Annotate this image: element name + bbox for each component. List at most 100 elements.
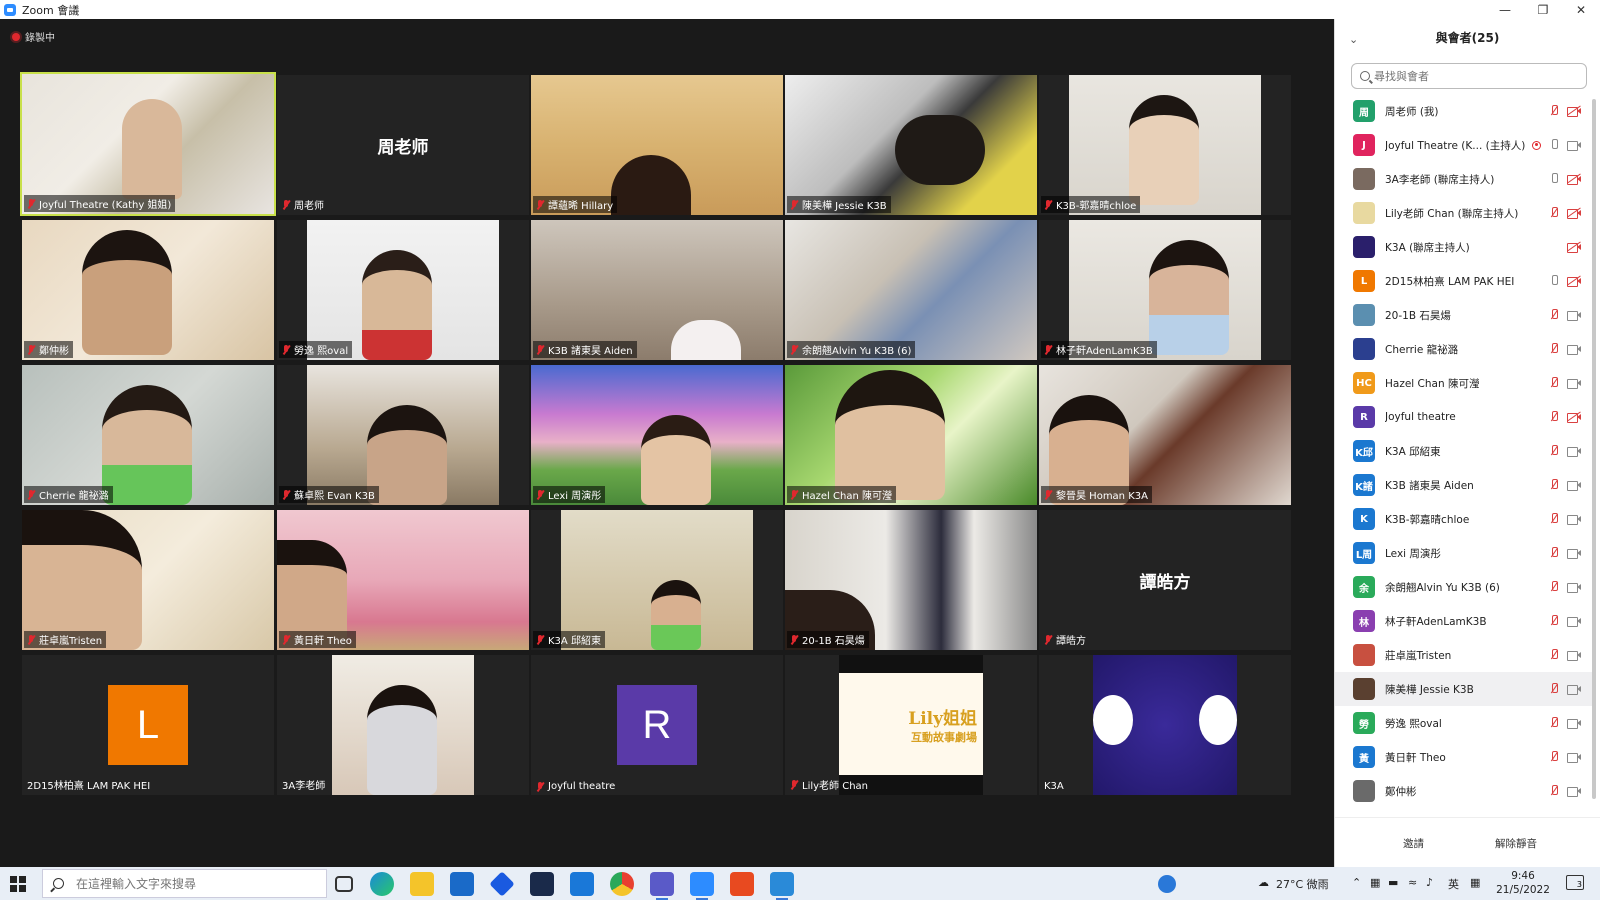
video-tile[interactable]: 黃日軒 Theo [277,510,529,650]
video-tile[interactable]: 余朗翹Alvin Yu K3B (6) [785,220,1037,360]
mic-muted-icon[interactable] [1549,717,1559,729]
video-tile[interactable]: 譚皓方 譚皓方 [1039,510,1291,650]
ime-icon[interactable]: ▦ [1470,876,1480,889]
camera-icon[interactable] [1567,140,1581,151]
weather-text[interactable]: 27°C 微雨 [1276,876,1329,892]
video-tile[interactable]: K3A 邱紹東 [531,510,783,650]
camera-icon[interactable] [1567,310,1581,321]
camera-off-icon[interactable] [1567,105,1581,117]
video-tile[interactable]: K3B-郭嘉晴chloe [1039,75,1291,215]
video-tile[interactable]: Hazel Chan 陳可瀅 [785,365,1037,505]
mic-icon[interactable] [1549,275,1559,287]
edge-icon[interactable] [370,872,394,896]
unmute-all-button[interactable]: 解除靜音 [1485,832,1547,855]
participant-row[interactable]: 余余朗翹Alvin Yu K3B (6) [1335,570,1593,604]
notification-center-icon[interactable]: 3 [1566,875,1584,890]
video-tile[interactable]: 周老师 周老师 [277,75,529,215]
mail-icon[interactable] [570,872,594,896]
video-tile[interactable]: 20-1B 石昊煬 [785,510,1037,650]
participant-search[interactable] [1351,63,1587,89]
camera-off-icon[interactable] [1567,411,1581,423]
video-tile[interactable]: K3B 諸東昊 Aiden [531,220,783,360]
recording-indicator[interactable]: 錄製中 [12,29,55,44]
mic-muted-icon[interactable] [1549,547,1559,559]
video-tile[interactable]: 陳美樺 Jessie K3B [785,75,1037,215]
wifi-icon[interactable]: ≈ [1408,876,1417,889]
app-icon[interactable] [530,872,554,896]
minimize-button[interactable]: — [1486,0,1524,19]
mic-muted-icon[interactable] [1549,207,1559,219]
video-tile[interactable]: 莊卓嵐Tristen [22,510,274,650]
whiteboard-icon[interactable] [770,872,794,900]
invite-button[interactable]: 邀請 [1393,832,1434,855]
video-tile[interactable]: 鄭仲彬 [22,220,274,360]
mic-muted-icon[interactable] [1549,105,1559,117]
participant-row[interactable]: K邱 K3A 邱紹東 [1335,434,1593,468]
video-tile[interactable]: Cherrie 龍祕潞 [22,365,274,505]
weather-icon[interactable]: ☁ [1258,876,1269,889]
participant-row[interactable]: 20-1B 石昊煬 [1335,298,1593,332]
participant-list-scrollbar[interactable] [1592,99,1596,799]
teams-icon[interactable] [650,872,674,900]
dropbox-icon[interactable] [489,871,515,897]
video-tile[interactable]: 3A李老師 [277,655,529,795]
camera-off-icon[interactable] [1567,241,1581,253]
file-explorer-icon[interactable] [410,872,434,896]
clock[interactable]: 9:46 21/5/2022 [1488,869,1558,897]
network-icon[interactable]: ▦ [1370,876,1380,889]
video-tile[interactable]: 林子軒AdenLamK3B [1039,220,1291,360]
participant-search-input[interactable] [1374,69,1574,83]
chrome-icon[interactable] [610,872,634,896]
video-tile[interactable]: 蘇卓熙 Evan K3B [277,365,529,505]
task-view-icon[interactable] [335,876,353,892]
mic-muted-icon[interactable] [1549,513,1559,525]
participant-row[interactable]: 勞勞逸 熙oval [1335,706,1593,740]
participant-row[interactable]: K K3B-郭嘉晴chloe [1335,502,1593,536]
camera-icon[interactable] [1567,548,1581,559]
office-icon[interactable] [730,872,754,896]
mic-muted-icon[interactable] [1549,343,1559,355]
mic-muted-icon[interactable] [1549,479,1559,491]
camera-off-icon[interactable] [1567,275,1581,287]
camera-icon[interactable] [1567,650,1581,661]
participant-row[interactable]: 3A李老師 (聯席主持人) [1335,162,1593,196]
camera-icon[interactable] [1567,378,1581,389]
video-tile[interactable]: 譚蘊晞 Hillary [531,75,783,215]
camera-off-icon[interactable] [1567,207,1581,219]
mic-muted-icon[interactable] [1549,683,1559,695]
mic-muted-icon[interactable] [1549,615,1559,627]
camera-icon[interactable] [1567,446,1581,457]
video-tile[interactable]: 黎晉昊 Homan K3A [1039,365,1291,505]
mic-muted-icon[interactable] [1549,751,1559,763]
video-tile[interactable]: K3A [1039,655,1291,795]
mic-muted-icon[interactable] [1549,445,1559,457]
participant-row[interactable]: J Joyful Theatre (K... (主持人) [1335,128,1593,162]
video-tile[interactable]: R Joyful theatre [531,655,783,795]
taskbar-search-input[interactable] [76,876,316,891]
mic-icon[interactable] [1549,139,1559,151]
participant-row[interactable]: L周 Lexi 周演彤 [1335,536,1593,570]
participant-row[interactable]: 林林子軒AdenLamK3B [1335,604,1593,638]
participant-row[interactable]: 黃黃日軒 Theo [1335,740,1593,774]
mic-muted-icon[interactable] [1549,411,1559,423]
participant-row[interactable]: Lily老師 Chan (聯席主持人) [1335,196,1593,230]
participant-row[interactable]: HC Hazel Chan 陳可瀅 [1335,366,1593,400]
video-tile[interactable]: Lily姐姐 互動故事劇場 Lily老師 Chan [785,655,1037,795]
camera-icon[interactable] [1567,582,1581,593]
restore-button[interactable]: ❐ [1524,0,1562,19]
tray-chevron-icon[interactable]: ⌃ [1352,876,1361,889]
camera-icon[interactable] [1567,480,1581,491]
mic-muted-icon[interactable] [1549,377,1559,389]
mic-muted-icon[interactable] [1549,649,1559,661]
video-tile[interactable]: Lexi 周演彤 [531,365,783,505]
camera-icon[interactable] [1567,786,1581,797]
participant-row[interactable]: 莊卓嵐Tristen [1335,638,1593,672]
mic-icon[interactable] [1549,173,1559,185]
close-button[interactable]: ✕ [1562,0,1600,19]
help-icon[interactable] [1158,875,1176,893]
video-tile[interactable]: L 2D15林柏熹 LAM PAK HEI [22,655,274,795]
start-button[interactable] [10,876,26,892]
battery-icon[interactable]: ▬ [1388,876,1398,889]
participant-row[interactable]: 鄭仲彬 [1335,774,1593,806]
camera-off-icon[interactable] [1567,173,1581,185]
